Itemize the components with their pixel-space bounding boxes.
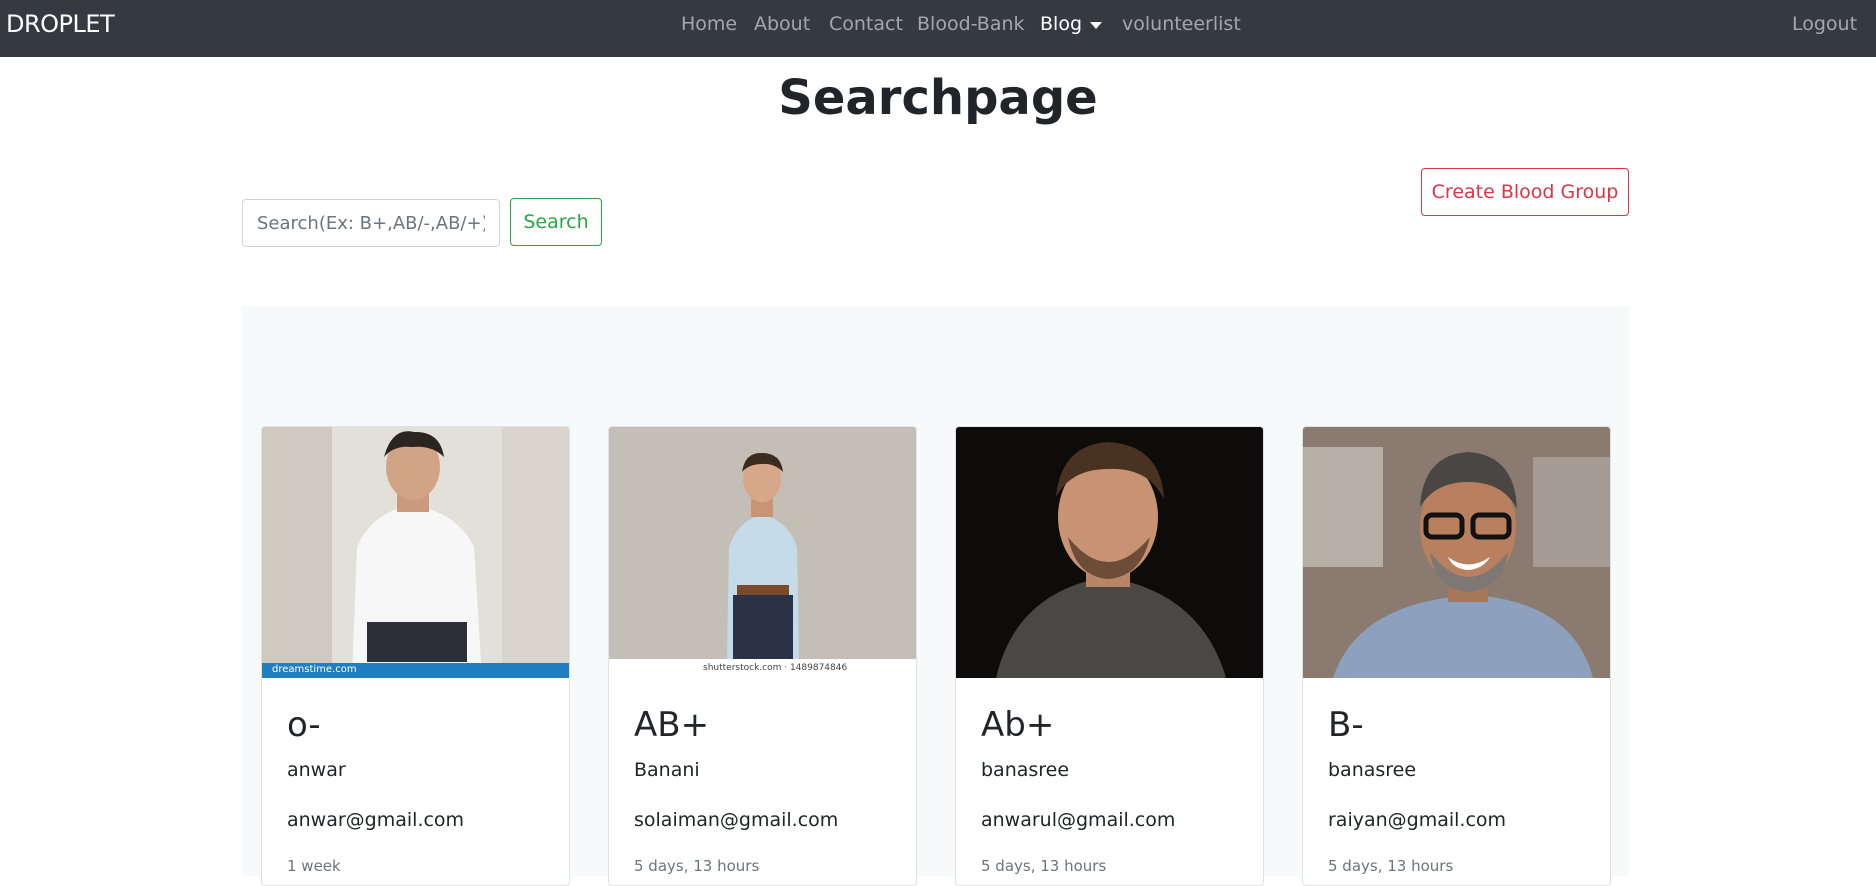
nav-blog-dropdown[interactable]: Blog [1040,13,1082,35]
donor-card: Ab+ banasree anwarul@gmail.com 5 days, 1… [955,426,1264,886]
donor-card: B- banasree raiyan@gmail.com 5 days, 13 … [1302,426,1611,886]
donor-photo [1303,427,1610,678]
brand-logo[interactable]: DROPLET [6,10,115,38]
donor-photo: shutterstock.com · 1489874846 [609,427,916,678]
nav-home[interactable]: Home [681,13,737,35]
donor-name: anwar [287,759,346,781]
donor-photo [956,427,1263,678]
posted-time: 5 days, 13 hours [1328,857,1454,875]
nav-blood-bank[interactable]: Blood-Bank [917,13,1025,35]
posted-time: 1 week [287,857,341,875]
blood-group-title: B- [1328,705,1364,745]
donor-name: Banani [634,759,700,781]
chevron-down-icon[interactable] [1090,22,1102,29]
donor-card: dreamstime.com o- anwar anwar@gmail.com … [261,426,570,886]
create-blood-group-button[interactable]: Create Blood Group [1421,168,1629,216]
watermark: dreamstime.com [272,664,357,675]
donor-email: anwarul@gmail.com [981,809,1176,831]
donor-card: shutterstock.com · 1489874846 AB+ Banani… [608,426,917,886]
donor-email: anwar@gmail.com [287,809,465,831]
nav-volunteerlist[interactable]: volunteerlist [1122,13,1241,35]
logout-link[interactable]: Logout [1792,13,1857,35]
search-input[interactable] [242,199,500,247]
blood-group-title: o- [287,705,321,745]
posted-time: 5 days, 13 hours [981,857,1107,875]
donor-email: raiyan@gmail.com [1328,809,1507,831]
blood-group-title: AB+ [634,705,710,745]
nav-contact[interactable]: Contact [829,13,903,35]
donor-name: banasree [1328,759,1417,781]
donor-email: solaiman@gmail.com [634,809,839,831]
nav-about[interactable]: About [754,13,810,35]
donor-name: banasree [981,759,1070,781]
donor-photo: dreamstime.com [262,427,569,678]
page-title: Searchpage [778,70,1098,126]
top-navbar: DROPLET Home About Contact Blood-Bank Bl… [0,0,1876,57]
search-button[interactable]: Search [510,198,602,246]
watermark: shutterstock.com · 1489874846 [703,663,848,673]
posted-time: 5 days, 13 hours [634,857,760,875]
blood-group-title: Ab+ [981,705,1055,745]
